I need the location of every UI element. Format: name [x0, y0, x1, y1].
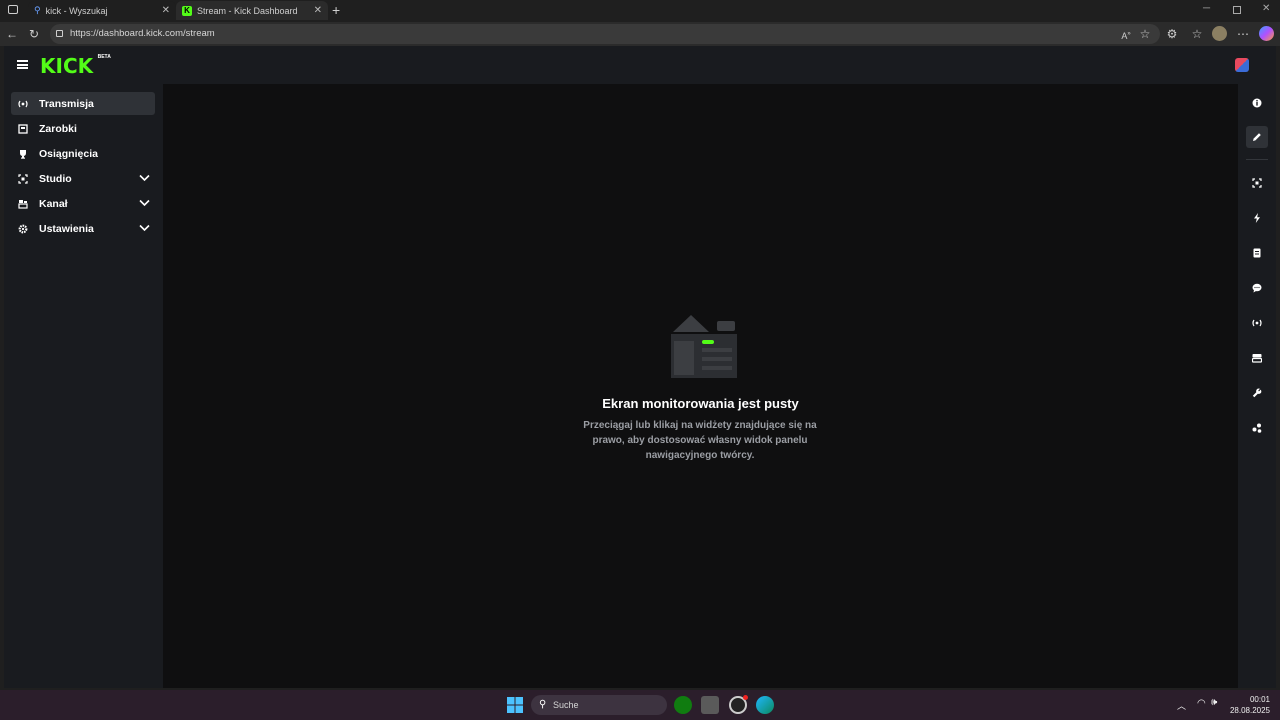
kick-favicon-icon: K [182, 5, 192, 16]
app-header: KICK BETA [4, 46, 1276, 84]
copilot-icon[interactable] [1259, 26, 1274, 41]
sidebar-item-zarobki[interactable]: Zarobki [11, 117, 155, 140]
taskbar-search-box[interactable]: ⚲ Suche [531, 695, 667, 715]
close-tab-icon[interactable]: ✕ [314, 5, 322, 16]
profile-avatar[interactable] [1212, 26, 1227, 41]
tray-chevron-up-icon[interactable]: ︿ [1177, 699, 1186, 712]
wallet-icon [17, 123, 29, 135]
empty-state-description: Przeciągaj lub klikaj na widżety znajduj… [583, 420, 817, 461]
sidebar-item-label: Zarobki [39, 122, 77, 135]
more-menu-icon[interactable]: ⋯ [1235, 26, 1251, 42]
close-window-icon[interactable]: ✕ [1262, 3, 1270, 14]
browser-address-bar: ← ↻ https://dashboard.kick.com/stream A»… [0, 22, 1280, 46]
xbox-icon[interactable] [674, 696, 692, 714]
trophy-icon [17, 148, 29, 160]
tab-actions-icon[interactable] [8, 5, 18, 14]
layers-icon[interactable] [1246, 347, 1268, 369]
windows-taskbar: ⚲ Suche ︿ ◠ 🕪 00:01 28.08.2025 [0, 690, 1280, 720]
focus-icon[interactable] [1246, 172, 1268, 194]
empty-state-title: Ekran monitorowania jest pusty [602, 396, 799, 411]
tab-search[interactable]: ⚲ kick - Wyszukaj ✕ [28, 1, 176, 20]
favorite-star-icon[interactable]: ☆ [1137, 26, 1153, 42]
sidebar-item-label: Studio [39, 172, 72, 185]
minimize-icon[interactable]: ─ [1203, 3, 1210, 14]
windows-start-icon[interactable] [507, 697, 523, 713]
sidebar-item-osiagniecia[interactable]: Osiągnięcia [11, 142, 155, 165]
empty-state-illustration [667, 310, 737, 380]
tab-kick-dashboard[interactable]: K Stream - Kick Dashboard ✕ [176, 1, 328, 20]
pencil-icon[interactable] [1246, 126, 1268, 148]
connections-icon[interactable] [1246, 417, 1268, 439]
studio-icon [17, 173, 29, 185]
sidebar-item-ustawienia[interactable]: Ustawienia [11, 217, 155, 240]
url-text: https://dashboard.kick.com/stream [70, 28, 215, 39]
lightning-icon[interactable] [1246, 207, 1268, 229]
broadcast-icon[interactable] [1246, 312, 1268, 334]
sidebar-item-studio[interactable]: Studio [11, 167, 155, 190]
wifi-icon[interactable]: ◠ [1197, 698, 1206, 709]
kick-logo[interactable]: KICK BETA [40, 54, 111, 78]
search-label: Suche [553, 700, 579, 710]
sidebar-item-label: Kanał [39, 197, 68, 210]
refresh-icon[interactable]: ↻ [26, 26, 42, 42]
clock-time: 00:01 [1249, 695, 1270, 704]
browser-tab-bar: ⚲ kick - Wyszukaj ✕ K Stream - Kick Dash… [0, 0, 1280, 20]
tab-title: kick - Wyszukaj [45, 5, 108, 16]
chevron-down-icon[interactable] [139, 198, 150, 210]
extensions-icon[interactable]: ⚙ [1164, 26, 1180, 42]
clock-date: 28.08.2025 [1229, 706, 1270, 715]
notes-icon[interactable] [1246, 242, 1268, 264]
channel-icon [17, 198, 29, 210]
read-aloud-icon[interactable]: A» [1118, 26, 1134, 42]
close-tab-icon[interactable]: ✕ [162, 5, 170, 16]
logo-text: KICK [40, 54, 94, 78]
sidebar: Transmisja Zarobki Osiągnięcia Studio Ka… [4, 84, 162, 688]
sidebar-item-label: Ustawienia [39, 222, 94, 235]
app-icon[interactable] [701, 696, 719, 714]
wrench-icon[interactable] [1246, 382, 1268, 404]
tab-title: Stream - Kick Dashboard [197, 5, 298, 16]
beta-badge: BETA [97, 53, 111, 60]
favorites-icon[interactable]: ☆ [1189, 26, 1205, 42]
sidebar-item-label: Transmisja [39, 97, 94, 110]
url-field[interactable]: https://dashboard.kick.com/stream [50, 24, 1160, 44]
chevron-down-icon[interactable] [139, 223, 150, 235]
volume-icon[interactable]: 🕪 [1211, 697, 1217, 708]
chat-icon[interactable] [1246, 277, 1268, 299]
sidebar-item-transmisja[interactable]: Transmisja [11, 92, 155, 115]
notification-dot [743, 695, 748, 700]
gear-icon [17, 223, 29, 235]
lock-icon [56, 30, 63, 37]
widget-bar [1238, 84, 1276, 688]
chevron-down-icon[interactable] [139, 173, 150, 185]
divider [1246, 159, 1268, 160]
edge-icon[interactable] [756, 696, 774, 714]
kick-dashboard: KICK BETA Transmisja Zarobki Osiągnięcia [4, 46, 1276, 688]
hamburger-menu-icon[interactable] [17, 60, 28, 69]
broadcast-icon [17, 98, 29, 110]
sidebar-item-label: Osiągnięcia [39, 147, 98, 160]
taskbar-clock[interactable]: 00:01 28.08.2025 [1224, 694, 1270, 716]
info-icon[interactable] [1246, 92, 1268, 114]
maximize-icon[interactable] [1233, 6, 1241, 14]
search-icon: ⚲ [539, 699, 547, 710]
sidebar-item-kanal[interactable]: Kanał [11, 192, 155, 215]
search-icon: ⚲ [34, 5, 41, 15]
main-content: Ekran monitorowania jest pusty Przeciąga… [163, 84, 1238, 688]
user-avatar[interactable] [1235, 58, 1249, 72]
new-tab-icon[interactable]: + [332, 2, 340, 18]
back-icon[interactable]: ← [4, 26, 20, 42]
